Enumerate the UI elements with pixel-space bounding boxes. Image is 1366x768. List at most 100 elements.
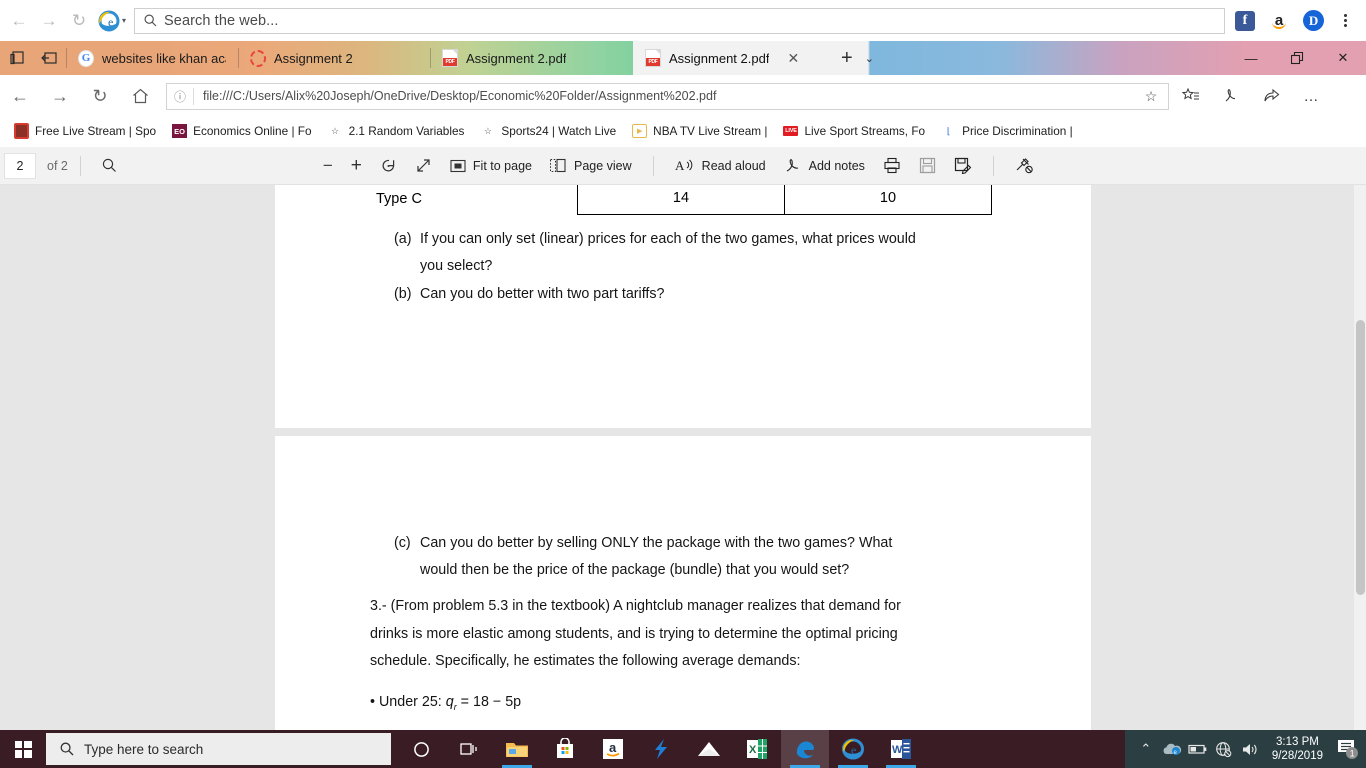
s-app-icon[interactable] <box>637 730 685 768</box>
favorite-free-live-stream[interactable]: Free Live Stream | Spo <box>6 120 164 142</box>
svg-text:e: e <box>851 743 856 757</box>
add-notes-label: Add notes <box>808 158 865 173</box>
page-number-input[interactable]: 2 <box>4 152 36 179</box>
bullet-variable: q <box>445 694 454 710</box>
show-hidden-icons-button[interactable]: ⌃ <box>1133 730 1159 768</box>
onedrive-icon[interactable]: e <box>1159 730 1185 768</box>
favorite-economics-online[interactable]: EO Economics Online | Fo <box>164 120 319 142</box>
file-explorer-icon[interactable] <box>493 730 541 768</box>
question-c-line1: (c) Can you do better by selling ONLY the… <box>394 535 892 551</box>
table-row-label: Type C <box>376 191 422 207</box>
question-b-line1: (b) Can you do better with two part tarif… <box>394 286 665 302</box>
cortana-button[interactable] <box>397 730 445 768</box>
notification-center-button[interactable]: 1 <box>1332 730 1366 768</box>
pdf-search-button[interactable] <box>93 152 126 180</box>
question-a-line2: you select? <box>420 258 493 274</box>
add-favorite-icon[interactable]: ☆ <box>1134 88 1168 105</box>
microsoft-store-icon[interactable] <box>541 730 589 768</box>
problem-3-line-2: drinks is more elastic among students, a… <box>370 626 898 642</box>
favorite-nba-tv[interactable]: ▶ NBA TV Live Stream | <box>624 120 775 142</box>
forward-button[interactable]: → <box>40 76 80 116</box>
scrollbar-thumb[interactable] <box>1356 320 1365 595</box>
amazon-icon[interactable]: a <box>589 730 637 768</box>
tab-assignment-2-pdf-1[interactable]: Assignment 2.pdf <box>430 41 633 75</box>
print-button[interactable] <box>874 152 910 180</box>
system-tray: ⌃ e 3:13 PM 9/28/2019 1 <box>1124 730 1366 768</box>
fit-to-page-button[interactable]: Fit to page <box>441 152 541 180</box>
svg-text:A: A <box>675 158 685 173</box>
tv-icon <box>14 123 29 139</box>
word-icon[interactable]: W <box>877 730 925 768</box>
new-tab-button[interactable]: + <box>841 48 853 68</box>
share-icon[interactable] <box>1259 84 1283 108</box>
tab-assignment-2-pdf-2[interactable]: Assignment 2.pdf ✕ <box>633 41 833 75</box>
facebook-icon[interactable]: f <box>1235 10 1256 31</box>
battery-icon[interactable] <box>1185 730 1211 768</box>
ie-back-icon[interactable]: ← <box>4 6 34 36</box>
chevron-down-icon[interactable]: ⌄ <box>865 52 874 65</box>
zoom-in-button[interactable]: + <box>342 152 371 180</box>
amazon-smile-icon <box>1272 22 1287 29</box>
eo-icon: EO <box>172 124 188 139</box>
close-button[interactable]: ✕ <box>1320 41 1366 75</box>
fullscreen-button[interactable] <box>406 152 441 180</box>
tab-websites-like-khan-academy[interactable]: G websites like khan academy <box>66 41 238 75</box>
ie-more-menu-icon[interactable] <box>1338 12 1352 29</box>
microsoft-edge-icon[interactable] <box>781 730 829 768</box>
set-tabs-aside-icon[interactable] <box>38 47 60 69</box>
rotate-button[interactable] <box>371 152 406 180</box>
pdf-viewer-canvas[interactable]: Type C 14 10 (a) If you can only set (lin… <box>0 185 1366 730</box>
restore-button[interactable] <box>1274 41 1320 75</box>
task-view-button[interactable] <box>445 730 493 768</box>
read-aloud-button[interactable]: A Read aloud <box>666 152 775 180</box>
save-as-button[interactable] <box>945 152 981 180</box>
minus-icon: − <box>322 155 333 175</box>
internet-explorer-icon[interactable]: e <box>829 730 877 768</box>
favorite-sports24[interactable]: ☆ Sports24 | Watch Live <box>472 120 624 142</box>
ie-forward-icon[interactable]: → <box>34 6 64 36</box>
refresh-button[interactable]: ↻ <box>80 76 120 116</box>
internet-explorer-logo-icon[interactable]: e <box>94 7 124 35</box>
favorites-list-icon[interactable] <box>1179 84 1203 108</box>
excel-icon[interactable]: X <box>733 730 781 768</box>
vertical-scrollbar[interactable] <box>1354 185 1366 730</box>
address-input[interactable]: ⓘ file:///C:/Users/Alix%20Joseph/OneDriv… <box>166 82 1169 110</box>
favorite-label: 2.1 Random Variables <box>348 124 465 138</box>
mail-icon[interactable] <box>685 730 733 768</box>
back-button[interactable]: ← <box>0 76 40 116</box>
web-notes-icon[interactable] <box>1219 84 1243 108</box>
close-icon[interactable]: ✕ <box>787 50 799 67</box>
play-icon: ▶ <box>632 124 648 139</box>
start-button[interactable] <box>0 730 46 768</box>
taskbar-search-input[interactable]: Type here to search <box>46 733 391 765</box>
page-total-label: of 2 <box>47 158 68 173</box>
unpin-toolbar-button[interactable] <box>1006 152 1043 180</box>
page-view-button[interactable]: Page view <box>541 152 641 180</box>
add-notes-button[interactable]: Add notes <box>775 152 874 180</box>
windows-logo-icon <box>14 740 32 758</box>
tab-assignment-2[interactable]: Assignment 2 <box>238 41 430 75</box>
favorite-live-sport-streams[interactable]: LIVE Live Sport Streams, Fo <box>775 120 933 142</box>
disqus-icon[interactable]: D <box>1303 10 1325 31</box>
site-info-icon[interactable]: ⓘ <box>167 88 193 105</box>
minimize-button[interactable]: — <box>1228 41 1274 75</box>
network-offline-icon[interactable] <box>1211 730 1237 768</box>
volume-icon[interactable] <box>1237 730 1263 768</box>
save-button[interactable] <box>910 152 945 180</box>
tab-preview-icon[interactable] <box>6 47 28 69</box>
zoom-out-button[interactable]: − <box>314 152 342 180</box>
favorite-price-discrimination[interactable]: ⌊ Price Discrimination | <box>933 120 1081 142</box>
taskbar-clock[interactable]: 3:13 PM 9/28/2019 <box>1263 735 1332 763</box>
question-b-text: Can you do better with two part tariffs? <box>420 286 665 302</box>
amazon-icon[interactable]: a <box>1269 10 1290 31</box>
favorite-random-variables[interactable]: ☆ 2.1 Random Variables <box>320 120 473 142</box>
star-icon: ☆ <box>483 125 492 136</box>
ie-refresh-icon[interactable]: ↻ <box>64 6 94 36</box>
home-button[interactable] <box>120 76 160 116</box>
table-cell: 14 <box>577 185 785 215</box>
web-search-input[interactable]: Search the web... <box>134 7 1226 34</box>
tab-divider <box>238 48 239 68</box>
svg-text:e: e <box>108 15 113 29</box>
settings-more-icon[interactable]: … <box>1299 84 1323 108</box>
tab-label: Assignment 2 <box>274 50 353 66</box>
